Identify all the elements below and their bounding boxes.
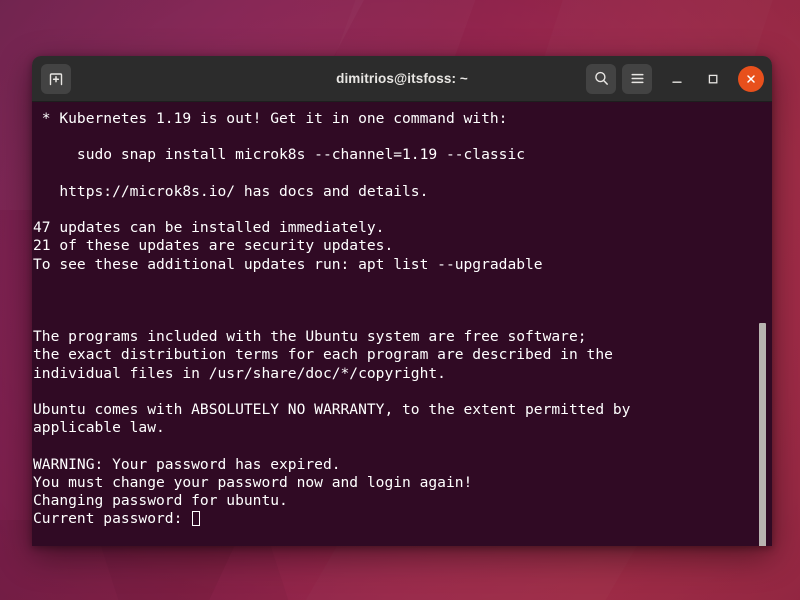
terminal-line: * Kubernetes 1.19 is out! Get it in one … — [33, 110, 772, 128]
terminal-line — [33, 292, 772, 310]
hamburger-menu-icon — [629, 70, 646, 87]
search-icon — [593, 70, 610, 87]
terminal-line: You must change your password now and lo… — [33, 474, 772, 492]
close-icon — [744, 72, 758, 86]
terminal-line: 47 updates can be installed immediately. — [33, 219, 772, 237]
minimize-button[interactable] — [662, 64, 692, 94]
terminal-line — [33, 437, 772, 455]
terminal-line — [33, 383, 772, 401]
terminal-line: WARNING: Your password has expired. — [33, 456, 772, 474]
terminal-scrollbar[interactable] — [757, 102, 768, 546]
terminal-line: 21 of these updates are security updates… — [33, 237, 772, 255]
terminal-line — [33, 165, 772, 183]
terminal-line: applicable law. — [33, 419, 772, 437]
scrollbar-thumb[interactable] — [759, 323, 766, 546]
new-tab-button[interactable] — [41, 64, 71, 94]
titlebar-right-group — [586, 64, 764, 94]
terminal-line: the exact distribution terms for each pr… — [33, 346, 772, 364]
terminal-line — [33, 128, 772, 146]
maximize-button[interactable] — [698, 64, 728, 94]
search-button[interactable] — [586, 64, 616, 94]
terminal-line: Ubuntu comes with ABSOLUTELY NO WARRANTY… — [33, 401, 772, 419]
terminal-line — [33, 310, 772, 328]
terminal-line: https://microk8s.io/ has docs and detail… — [33, 183, 772, 201]
maximize-icon — [705, 71, 721, 87]
window-titlebar[interactable]: dimitrios@itsfoss: ~ — [32, 56, 772, 102]
minimize-icon — [669, 71, 685, 87]
menu-button[interactable] — [622, 64, 652, 94]
terminal-prompt-line: Current password: — [33, 510, 772, 528]
close-button[interactable] — [738, 66, 764, 92]
terminal-content-area[interactable]: * Kubernetes 1.19 is out! Get it in one … — [32, 102, 772, 546]
terminal-line: To see these additional updates run: apt… — [33, 256, 772, 274]
titlebar-left-group — [41, 64, 71, 94]
terminal-line: Changing password for ubuntu. — [33, 492, 772, 510]
terminal-line: sudo snap install microk8s --channel=1.1… — [33, 146, 772, 164]
terminal-output: * Kubernetes 1.19 is out! Get it in one … — [32, 110, 772, 528]
terminal-line — [33, 201, 772, 219]
terminal-line: individual files in /usr/share/doc/*/cop… — [33, 365, 772, 383]
terminal-window: dimitrios@itsfoss: ~ — [32, 56, 772, 546]
new-tab-icon — [48, 71, 64, 87]
terminal-line: The programs included with the Ubuntu sy… — [33, 328, 772, 346]
password-prompt-label: Current password: — [33, 510, 191, 527]
terminal-line — [33, 274, 772, 292]
terminal-cursor — [192, 511, 200, 526]
